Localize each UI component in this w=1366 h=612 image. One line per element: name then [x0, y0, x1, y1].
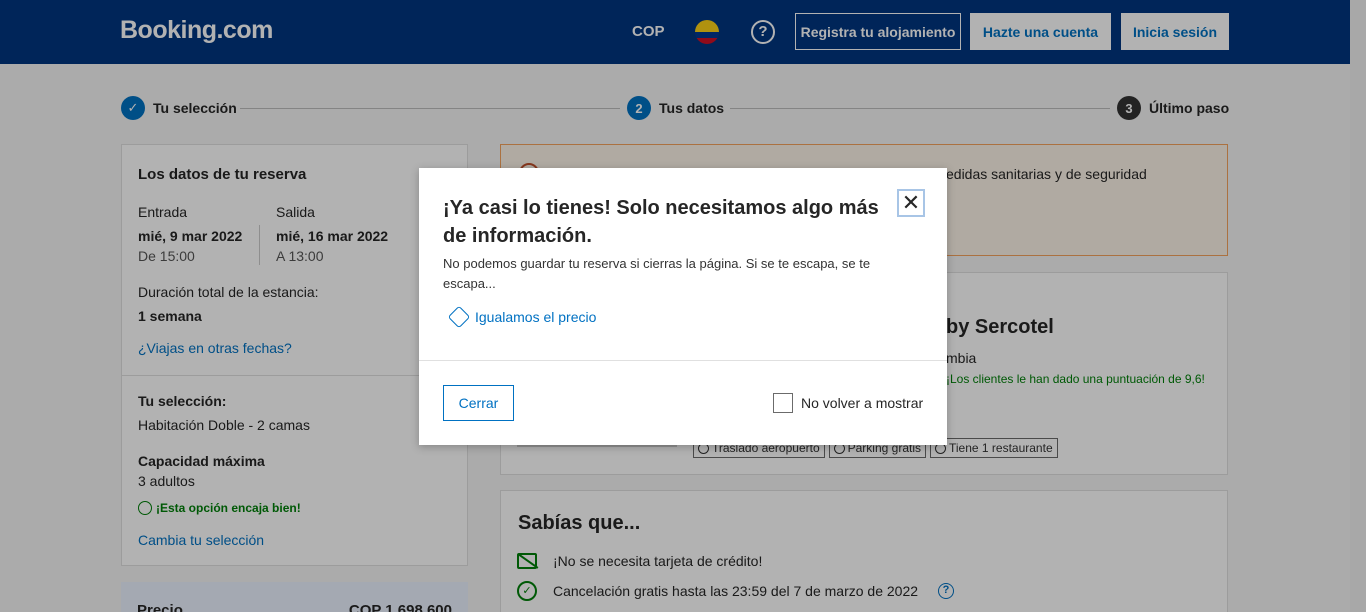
dont-show-again-label: No volver a mostrar: [801, 395, 924, 411]
modal-divider: [419, 360, 947, 361]
dont-show-again-checkbox[interactable]: No volver a mostrar: [773, 393, 923, 413]
price-match-link[interactable]: Igualamos el precio: [447, 305, 597, 329]
modal-title: ¡Ya casi lo tienes! Solo necesitamos alg…: [443, 197, 879, 247]
checkbox-box[interactable]: [773, 393, 793, 413]
price-tag-icon: [447, 305, 471, 329]
exit-intent-modal: ¡Ya casi lo tienes! Solo necesitamos alg…: [419, 168, 947, 445]
price-match-label: Igualamos el precio: [475, 309, 597, 325]
modal-text: No podemos guardar tu reserva si cierras…: [443, 256, 871, 291]
close-button[interactable]: Cerrar: [443, 385, 514, 421]
close-icon[interactable]: ✕: [897, 189, 925, 217]
